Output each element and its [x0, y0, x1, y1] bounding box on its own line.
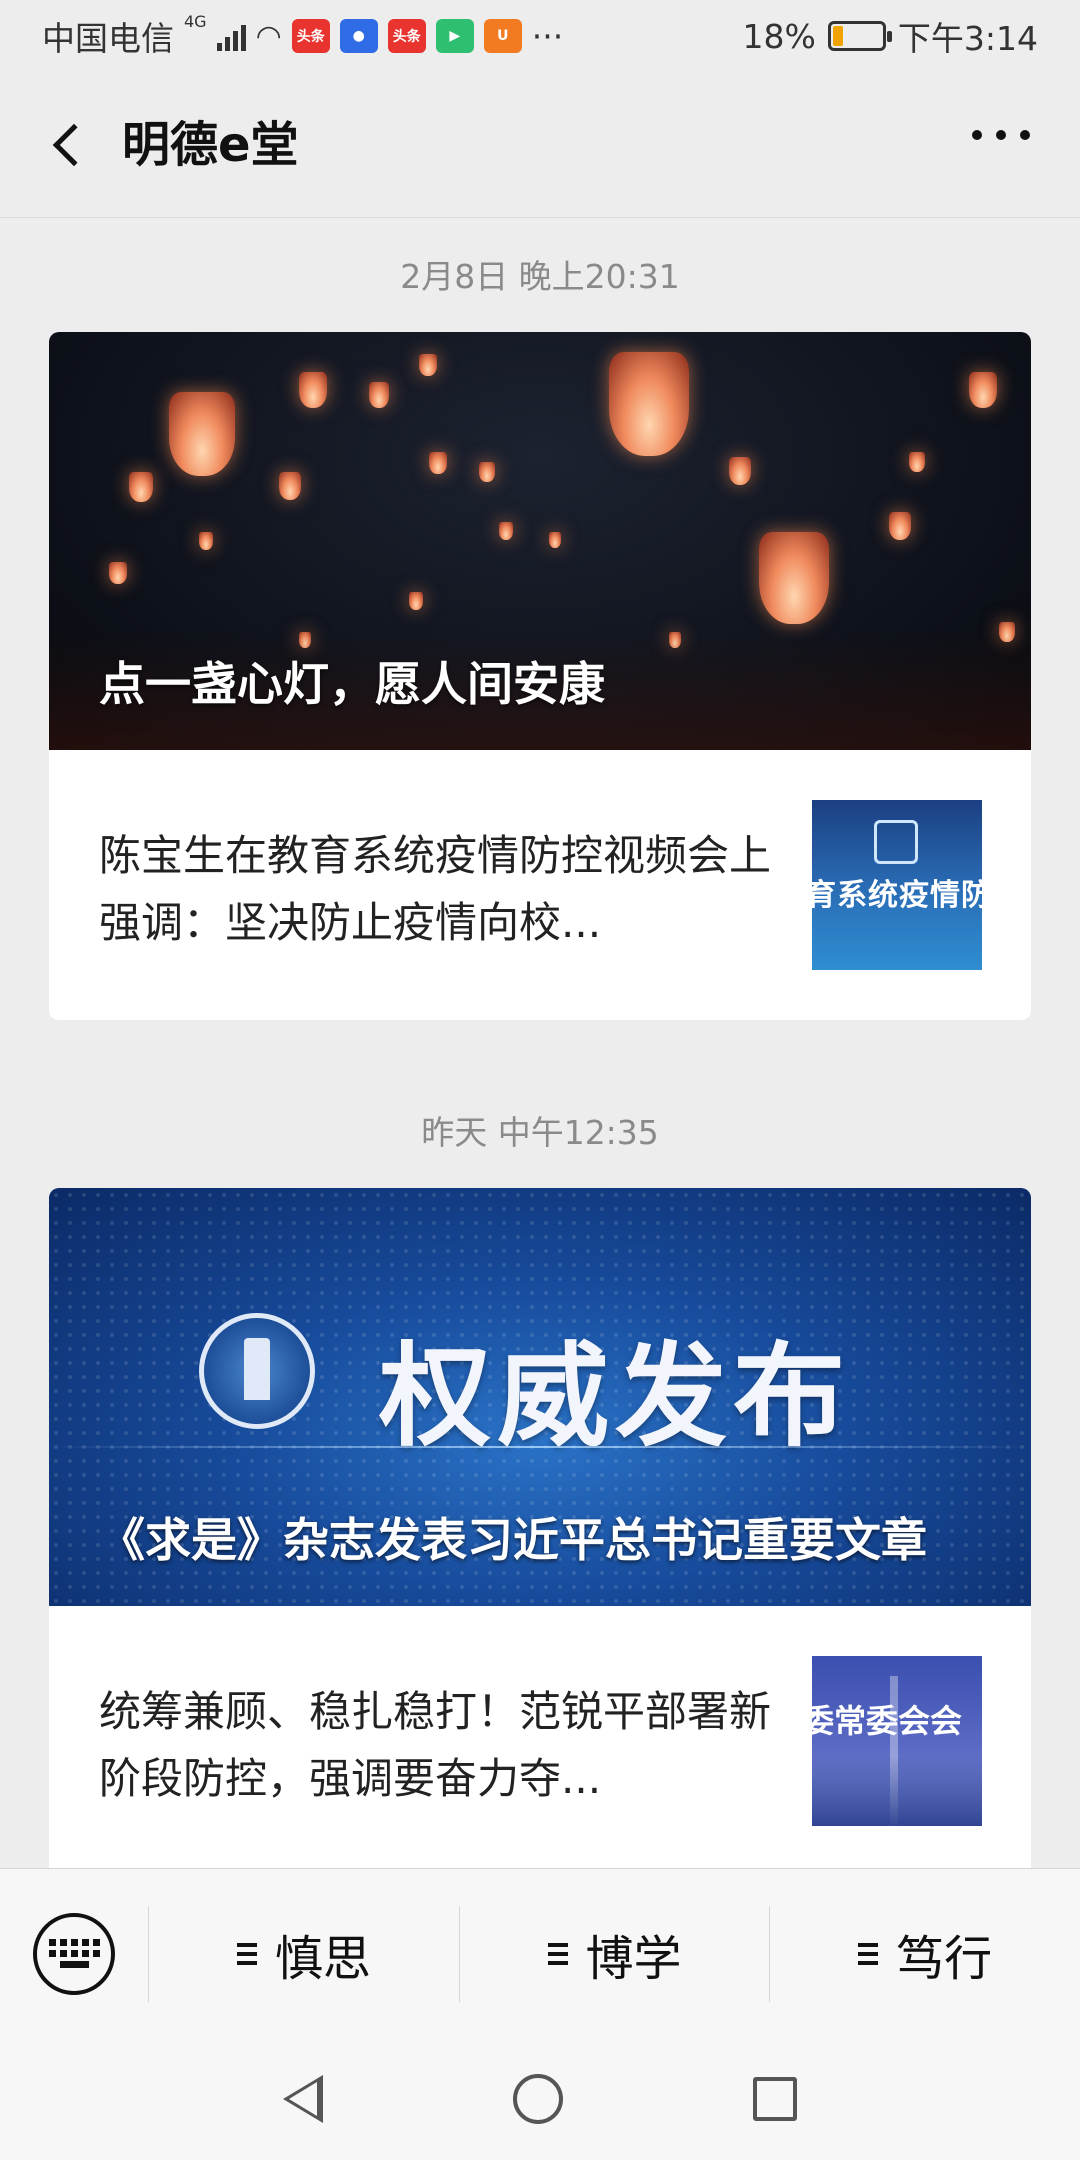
- article-hero[interactable]: 权威发布 《求是》杂志发表习近平总书记重要文章: [49, 1188, 1031, 1606]
- menu-item-duxing[interactable]: 笃行: [769, 1905, 1080, 2002]
- battery-icon: [827, 21, 892, 51]
- baidu-app-icon: ●: [339, 19, 378, 53]
- menu-icon: [236, 1942, 257, 1965]
- xinhua-emblem-icon: [199, 1313, 315, 1429]
- menu-item-boxue[interactable]: 博学: [458, 1905, 770, 2002]
- wifi-icon: ◠: [255, 18, 282, 54]
- message-timestamp: 昨天 中午12:35: [421, 1113, 659, 1152]
- system-nav-bar: [0, 2038, 1080, 2160]
- menu-icon: [547, 1942, 568, 1965]
- more-options-button[interactable]: [972, 130, 1030, 140]
- menu-icon: [858, 1942, 879, 1965]
- video-app-icon: ▶: [435, 19, 474, 53]
- menu-item-label: 笃行: [896, 1930, 993, 1987]
- sub-article-title: 统筹兼顾、稳扎稳打！范锐平部署新阶段防控，强调要奋力夺...: [99, 1687, 772, 1803]
- menu-item-label: 博学: [585, 1930, 682, 1987]
- more-notifications-icon: ···: [531, 16, 564, 56]
- battery-percent: 18%: [742, 16, 816, 56]
- sub-article[interactable]: 陈宝生在教育系统疫情防控视频会上强调：坚决防止疫情向校... 育系统疫情防: [49, 750, 1031, 1020]
- carrier-label: 中国电信: [42, 19, 174, 58]
- keyboard-icon: [33, 1912, 115, 1995]
- article-title: 点一盏心灯，愿人间安康: [99, 657, 605, 711]
- status-left: 中国电信 4G ◠ 头条 ● 头条 ▶ U ···: [42, 12, 563, 60]
- toutiao-app-icon-2: 头条: [387, 19, 426, 53]
- sub-article-thumbnail: 委常委会会: [812, 1656, 982, 1826]
- article-hero[interactable]: 点一盏心灯，愿人间安康: [49, 332, 1031, 750]
- network-label: 4G: [184, 12, 207, 31]
- thumbnail-text: 育系统疫情防: [812, 878, 982, 913]
- status-bar: 中国电信 4G ◠ 头条 ● 头条 ▶ U ··· 18% 下午3:14: [0, 0, 1080, 72]
- thumbnail-text: 委常委会会: [812, 1702, 963, 1740]
- uc-app-icon: U: [483, 19, 522, 53]
- back-button[interactable]: [38, 112, 98, 178]
- page-title: 明德e堂: [122, 117, 299, 173]
- menu-item-shensi[interactable]: 慎思: [148, 1905, 459, 2002]
- article-card: 权威发布 《求是》杂志发表习近平总书记重要文章 统筹兼顾、稳扎稳打！范锐平部署新…: [49, 1188, 1031, 1868]
- chat-header: 明德e堂: [0, 72, 1080, 218]
- sub-article-thumbnail: 育系统疫情防: [812, 800, 982, 970]
- signal-icon: [216, 21, 246, 51]
- clock: 下午3:14: [897, 19, 1038, 58]
- article-card: 点一盏心灯，愿人间安康 陈宝生在教育系统疫情防控视频会上强调：坚决防止疫情向校.…: [49, 332, 1031, 1020]
- nav-recents-icon[interactable]: [753, 2077, 797, 2121]
- sub-article[interactable]: 统筹兼顾、稳扎稳打！范锐平部署新阶段防控，强调要奋力夺... 委常委会会: [49, 1606, 1031, 1868]
- article-title: 《求是》杂志发表习近平总书记重要文章: [99, 1513, 927, 1567]
- chevron-left-icon: [52, 123, 96, 167]
- banner-text: 权威发布: [379, 1332, 851, 1462]
- menu-item-label: 慎思: [274, 1930, 371, 1987]
- message-timestamp: 2月8日 晚上20:31: [400, 257, 680, 296]
- nav-home-icon[interactable]: [513, 2074, 563, 2124]
- account-menu-bar: 慎思 博学 笃行: [0, 1868, 1080, 2038]
- keyboard-toggle-button[interactable]: [0, 1869, 148, 2038]
- toutiao-app-icon: 头条: [291, 19, 330, 53]
- nav-back-icon[interactable]: [283, 2075, 323, 2123]
- status-right: 18% 下午3:14: [743, 12, 1038, 60]
- sub-article-title: 陈宝生在教育系统疫情防控视频会上强调：坚决防止疫情向校...: [99, 831, 772, 947]
